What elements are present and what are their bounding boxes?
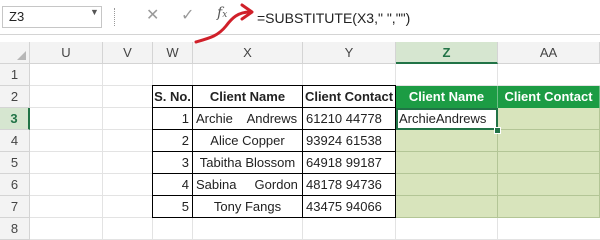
column-header-Z[interactable]: Z	[396, 42, 498, 64]
row-header-3[interactable]: 3	[0, 108, 30, 130]
formula-input[interactable]: =SUBSTITUTE(X3," ","")	[250, 6, 598, 28]
output-cell[interactable]	[498, 196, 600, 218]
cell-sno[interactable]: 5	[153, 196, 193, 218]
cell-client-name[interactable]: Tony Fangs	[193, 196, 303, 218]
fill-handle[interactable]	[494, 127, 501, 134]
column-header-W[interactable]: W	[153, 42, 193, 64]
row-header-7[interactable]: 7	[0, 196, 30, 218]
spreadsheet-grid: U V W X Y Z AA 1 2 3 4 5 6 7 8 S. No. Cl…	[0, 34, 600, 240]
cell-sno[interactable]: 1	[153, 108, 193, 130]
cell-client-name[interactable]: Alice Copper	[193, 130, 303, 152]
name-box[interactable]: Z3	[2, 6, 102, 28]
output-cell[interactable]	[498, 174, 600, 196]
output-cell[interactable]	[396, 130, 498, 152]
formula-bar: Z3 ▼ ✕ ✓ fx =SUBSTITUTE(X3," ","")	[0, 0, 600, 35]
column-header-U[interactable]: U	[30, 42, 103, 64]
row-header-4[interactable]: 4	[0, 130, 30, 152]
cell-client-name[interactable]: Archie Andrews	[193, 108, 303, 130]
row-header-6[interactable]: 6	[0, 174, 30, 196]
select-all-button[interactable]	[0, 42, 30, 64]
output-cell[interactable]	[396, 196, 498, 218]
output-header-client-contact[interactable]: Client Contact	[498, 86, 600, 108]
cancel-icon[interactable]: ✕	[146, 5, 159, 25]
header-client-contact[interactable]: Client Contact	[303, 86, 396, 108]
cell-sno[interactable]: 4	[153, 174, 193, 196]
output-header-client-name[interactable]: Client Name	[396, 86, 498, 108]
column-header-V[interactable]: V	[103, 42, 153, 64]
output-cell[interactable]	[396, 174, 498, 196]
row-header-8[interactable]: 8	[0, 218, 30, 240]
output-cell[interactable]	[498, 108, 600, 130]
row-header-5[interactable]: 5	[0, 152, 30, 174]
name-box-value: Z3	[9, 9, 25, 24]
output-cell[interactable]	[498, 130, 600, 152]
active-cell-z3[interactable]: ArchieAndrews	[396, 108, 498, 130]
gridline	[102, 64, 103, 240]
cell-client-name[interactable]: Tabitha Blossom	[193, 152, 303, 174]
annotation-arrow	[194, 3, 254, 44]
output-cell[interactable]	[396, 152, 498, 174]
cell-sno[interactable]: 2	[153, 130, 193, 152]
row-header-1[interactable]: 1	[0, 64, 30, 86]
header-sno[interactable]: S. No.	[153, 86, 193, 108]
column-header-Y[interactable]: Y	[303, 42, 396, 64]
cell-client-contact[interactable]: 61210 44778	[303, 108, 396, 130]
cell-client-contact[interactable]: 48178 94736	[303, 174, 396, 196]
name-box-dropdown-icon[interactable]: ▼	[90, 7, 99, 17]
cell-client-contact[interactable]: 64918 99187	[303, 152, 396, 174]
cell-client-contact[interactable]: 93924 61538	[303, 130, 396, 152]
cell-sno[interactable]: 3	[153, 152, 193, 174]
cell-client-contact[interactable]: 43475 94066	[303, 196, 396, 218]
row-header-2[interactable]: 2	[0, 86, 30, 108]
formula-text: =SUBSTITUTE(X3," ","")	[257, 10, 411, 26]
formula-bar-grip[interactable]	[114, 8, 117, 26]
column-header-AA[interactable]: AA	[498, 42, 600, 64]
output-cell[interactable]	[498, 152, 600, 174]
header-client-name[interactable]: Client Name	[193, 86, 303, 108]
cell-client-name[interactable]: Sabina Gordon	[193, 174, 303, 196]
